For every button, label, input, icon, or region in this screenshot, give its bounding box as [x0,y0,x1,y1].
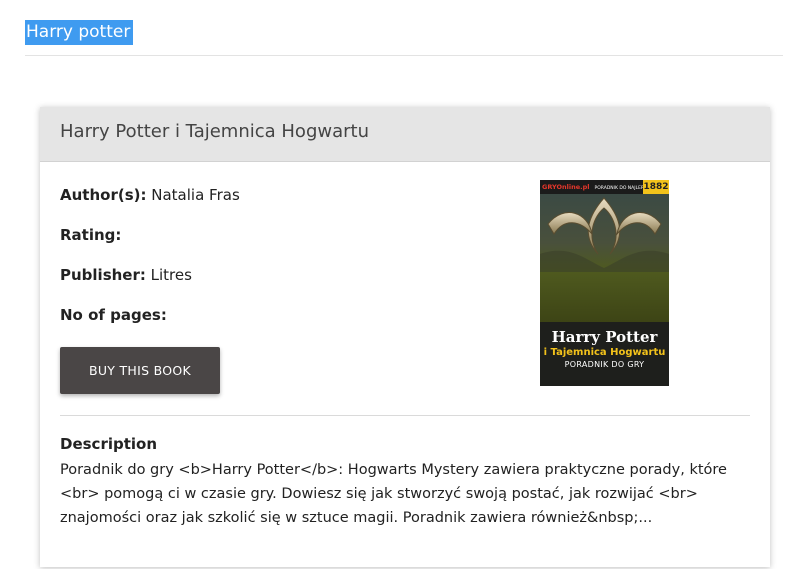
publisher-label: Publisher: [60,266,146,284]
description-heading: Description [60,435,158,453]
top-divider [25,55,783,56]
cover-title-block: Harry Potter i Tajemnica Hogwartu PORADN… [540,322,669,386]
pages-label: No of pages: [60,306,167,324]
rating-label: Rating: [60,226,122,244]
book-title: Harry Potter i Tajemnica Hogwartu [40,107,770,162]
author-field: Author(s): Natalia Fras [60,186,240,204]
buy-book-button[interactable]: BUY THIS BOOK [60,347,220,394]
pages-field: No of pages: [60,306,167,324]
description-text: Poradnik do gry <b>Harry Potter</b>: Hog… [60,462,727,526]
book-card: Harry Potter i Tajemnica Hogwartu Author… [40,107,770,567]
cover-title-line1: Harry Potter [551,328,658,346]
cover-number: 1882 [643,180,669,194]
cover-title-line3: PORADNIK DO GRY [564,360,645,369]
book-cover-image: GRYOnline.pl PORADNIK DO NAJLEPSZYCH GIE… [540,180,669,386]
cover-ornament [540,197,669,272]
cover-top-bar: GRYOnline.pl PORADNIK DO NAJLEPSZYCH GIE… [540,180,669,207]
author-label: Author(s): [60,186,147,204]
cover-art [540,194,669,322]
body-divider [60,415,750,416]
rating-field: Rating: [60,226,121,244]
cover-title-line2: i Tajemnica Hogwartu [543,347,666,358]
publisher-value: Litres [150,266,192,284]
cover-brand: GRYOnline.pl [542,183,590,191]
author-value: Natalia Fras [151,186,240,204]
search-term-highlight: Harry potter [25,20,134,45]
publisher-field: Publisher: Litres [60,266,192,284]
